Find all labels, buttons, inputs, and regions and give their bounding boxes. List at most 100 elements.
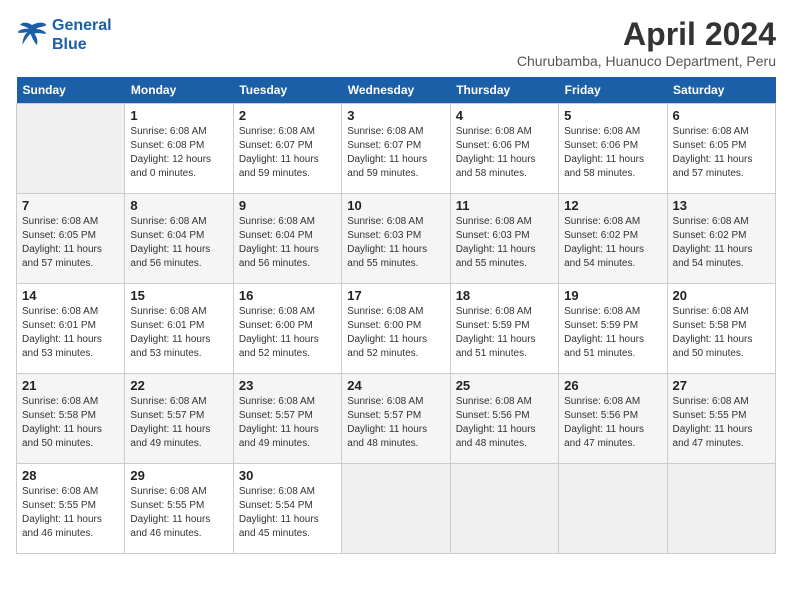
calendar-week-row: 7Sunrise: 6:08 AMSunset: 6:05 PMDaylight…	[17, 194, 776, 284]
day-info: Sunrise: 6:08 AMSunset: 5:58 PMDaylight:…	[22, 395, 119, 451]
day-number: 3	[347, 108, 444, 123]
calendar-week-row: 14 Sunrise: 6:08 AMSunset: 6:01 PMDayligh…	[17, 284, 776, 374]
day-number: 21	[22, 378, 119, 393]
calendar-cell: 4Sunrise: 6:08 AMSunset: 6:06 PMDaylight…	[450, 104, 558, 194]
day-info: Sunrise: 6:08 AMSunset: 5:57 PMDaylight:…	[239, 395, 336, 451]
day-info: Sunrise: 6:08 AMSunset: 5:55 PMDaylight:…	[22, 485, 119, 541]
day-info: Sunrise: 6:08 AMSunset: 6:08 PMDaylight:…	[130, 125, 227, 181]
day-number: 13	[673, 198, 770, 213]
calendar-cell	[667, 464, 775, 554]
day-number: 12	[564, 198, 661, 213]
calendar-cell: 16 Sunrise: 6:08 AMSunset: 6:00 PMDayligh…	[233, 284, 341, 374]
calendar-week-row: 1Sunrise: 6:08 AMSunset: 6:08 PMDaylight…	[17, 104, 776, 194]
title-block: April 2024 Churubamba, Huanuco Departmen…	[517, 16, 776, 69]
calendar-cell: 8Sunrise: 6:08 AMSunset: 6:04 PMDaylight…	[125, 194, 233, 284]
day-info: Sunrise: 6:08 AMSunset: 5:54 PMDaylight:…	[239, 485, 336, 541]
day-info: Sunrise: 6:08 AMSunset: 5:58 PMDaylight:…	[673, 305, 770, 361]
day-number: 6	[673, 108, 770, 123]
day-number: 15	[130, 288, 227, 303]
calendar-cell: 14 Sunrise: 6:08 AMSunset: 6:01 PMDayligh…	[17, 284, 125, 374]
day-number: 23	[239, 378, 336, 393]
calendar-cell: 13 Sunrise: 6:08 AMSunset: 6:02 PMDayligh…	[667, 194, 775, 284]
day-number: 20	[673, 288, 770, 303]
calendar-cell: 15 Sunrise: 6:08 AMSunset: 6:01 PMDayligh…	[125, 284, 233, 374]
logo-icon	[16, 21, 48, 49]
calendar-cell: 12 Sunrise: 6:08 AMSunset: 6:02 PMDayligh…	[559, 194, 667, 284]
day-info: Sunrise: 6:08 AMSunset: 5:59 PMDaylight:…	[456, 305, 553, 361]
day-info: Sunrise: 6:08 AMSunset: 6:00 PMDaylight:…	[347, 305, 444, 361]
calendar-cell	[342, 464, 450, 554]
day-info: Sunrise: 6:08 AMSunset: 6:07 PMDaylight:…	[347, 125, 444, 181]
weekday-header: Friday	[559, 77, 667, 104]
day-info: Sunrise: 6:08 AMSunset: 6:03 PMDaylight:…	[347, 215, 444, 271]
day-info: Sunrise: 6:08 AMSunset: 6:01 PMDaylight:…	[22, 305, 119, 361]
day-number: 4	[456, 108, 553, 123]
day-info: Sunrise: 6:08 AMSunset: 5:56 PMDaylight:…	[456, 395, 553, 451]
day-info: Sunrise: 6:08 AMSunset: 6:04 PMDaylight:…	[130, 215, 227, 271]
calendar-cell: 11Sunrise: 6:08 AMSunset: 6:03 PMDayligh…	[450, 194, 558, 284]
weekday-header: Tuesday	[233, 77, 341, 104]
day-info: Sunrise: 6:08 AMSunset: 6:02 PMDaylight:…	[673, 215, 770, 271]
calendar-cell: 28 Sunrise: 6:08 AMSunset: 5:55 PMDayligh…	[17, 464, 125, 554]
day-number: 7	[22, 198, 119, 213]
logo-text: General Blue	[52, 16, 112, 54]
calendar-week-row: 21 Sunrise: 6:08 AMSunset: 5:58 PMDayligh…	[17, 374, 776, 464]
day-number: 24	[347, 378, 444, 393]
day-info: Sunrise: 6:08 AMSunset: 6:01 PMDaylight:…	[130, 305, 227, 361]
day-number: 17	[347, 288, 444, 303]
weekday-header-row: SundayMondayTuesdayWednesdayThursdayFrid…	[17, 77, 776, 104]
calendar-cell: 2 Sunrise: 6:08 AMSunset: 6:07 PMDaylight…	[233, 104, 341, 194]
calendar-cell	[559, 464, 667, 554]
calendar-week-row: 28 Sunrise: 6:08 AMSunset: 5:55 PMDayligh…	[17, 464, 776, 554]
day-info: Sunrise: 6:08 AMSunset: 5:57 PMDaylight:…	[347, 395, 444, 451]
calendar-cell: 5 Sunrise: 6:08 AMSunset: 6:06 PMDaylight…	[559, 104, 667, 194]
day-info: Sunrise: 6:08 AMSunset: 5:59 PMDaylight:…	[564, 305, 661, 361]
day-info: Sunrise: 6:08 AMSunset: 6:00 PMDaylight:…	[239, 305, 336, 361]
day-info: Sunrise: 6:08 AMSunset: 6:02 PMDaylight:…	[564, 215, 661, 271]
calendar-cell: 29Sunrise: 6:08 AMSunset: 5:55 PMDayligh…	[125, 464, 233, 554]
day-info: Sunrise: 6:08 AMSunset: 5:55 PMDaylight:…	[130, 485, 227, 541]
day-number: 14	[22, 288, 119, 303]
calendar-cell	[450, 464, 558, 554]
calendar-cell: 22 Sunrise: 6:08 AMSunset: 5:57 PMDayligh…	[125, 374, 233, 464]
calendar-cell: 3 Sunrise: 6:08 AMSunset: 6:07 PMDaylight…	[342, 104, 450, 194]
weekday-header: Wednesday	[342, 77, 450, 104]
calendar-cell: 20 Sunrise: 6:08 AMSunset: 5:58 PMDayligh…	[667, 284, 775, 374]
day-info: Sunrise: 6:08 AMSunset: 6:03 PMDaylight:…	[456, 215, 553, 271]
day-number: 5	[564, 108, 661, 123]
weekday-header: Sunday	[17, 77, 125, 104]
day-number: 25	[456, 378, 553, 393]
calendar-cell	[17, 104, 125, 194]
calendar-cell: 23 Sunrise: 6:08 AMSunset: 5:57 PMDayligh…	[233, 374, 341, 464]
day-info: Sunrise: 6:08 AMSunset: 6:04 PMDaylight:…	[239, 215, 336, 271]
calendar-table: SundayMondayTuesdayWednesdayThursdayFrid…	[16, 77, 776, 554]
day-info: Sunrise: 6:08 AMSunset: 5:56 PMDaylight:…	[564, 395, 661, 451]
calendar-cell: 27 Sunrise: 6:08 AMSunset: 5:55 PMDayligh…	[667, 374, 775, 464]
weekday-header: Saturday	[667, 77, 775, 104]
calendar-cell: 7Sunrise: 6:08 AMSunset: 6:05 PMDaylight…	[17, 194, 125, 284]
day-number: 26	[564, 378, 661, 393]
day-number: 16	[239, 288, 336, 303]
calendar-cell: 18Sunrise: 6:08 AMSunset: 5:59 PMDayligh…	[450, 284, 558, 374]
weekday-header: Monday	[125, 77, 233, 104]
logo: General Blue	[16, 16, 112, 54]
day-number: 30	[239, 468, 336, 483]
weekday-header: Thursday	[450, 77, 558, 104]
day-info: Sunrise: 6:08 AMSunset: 6:07 PMDaylight:…	[239, 125, 336, 181]
calendar-cell: 19 Sunrise: 6:08 AMSunset: 5:59 PMDayligh…	[559, 284, 667, 374]
calendar-cell: 21 Sunrise: 6:08 AMSunset: 5:58 PMDayligh…	[17, 374, 125, 464]
day-number: 27	[673, 378, 770, 393]
calendar-cell: 9 Sunrise: 6:08 AMSunset: 6:04 PMDaylight…	[233, 194, 341, 284]
day-info: Sunrise: 6:08 AMSunset: 5:57 PMDaylight:…	[130, 395, 227, 451]
day-number: 28	[22, 468, 119, 483]
day-info: Sunrise: 6:08 AMSunset: 6:05 PMDaylight:…	[673, 125, 770, 181]
day-number: 22	[130, 378, 227, 393]
day-number: 9	[239, 198, 336, 213]
day-info: Sunrise: 6:08 AMSunset: 6:06 PMDaylight:…	[564, 125, 661, 181]
day-number: 2	[239, 108, 336, 123]
day-info: Sunrise: 6:08 AMSunset: 5:55 PMDaylight:…	[673, 395, 770, 451]
day-number: 19	[564, 288, 661, 303]
calendar-cell: 17 Sunrise: 6:08 AMSunset: 6:00 PMDayligh…	[342, 284, 450, 374]
location-subtitle: Churubamba, Huanuco Department, Peru	[517, 53, 776, 69]
calendar-cell: 10Sunrise: 6:08 AMSunset: 6:03 PMDayligh…	[342, 194, 450, 284]
